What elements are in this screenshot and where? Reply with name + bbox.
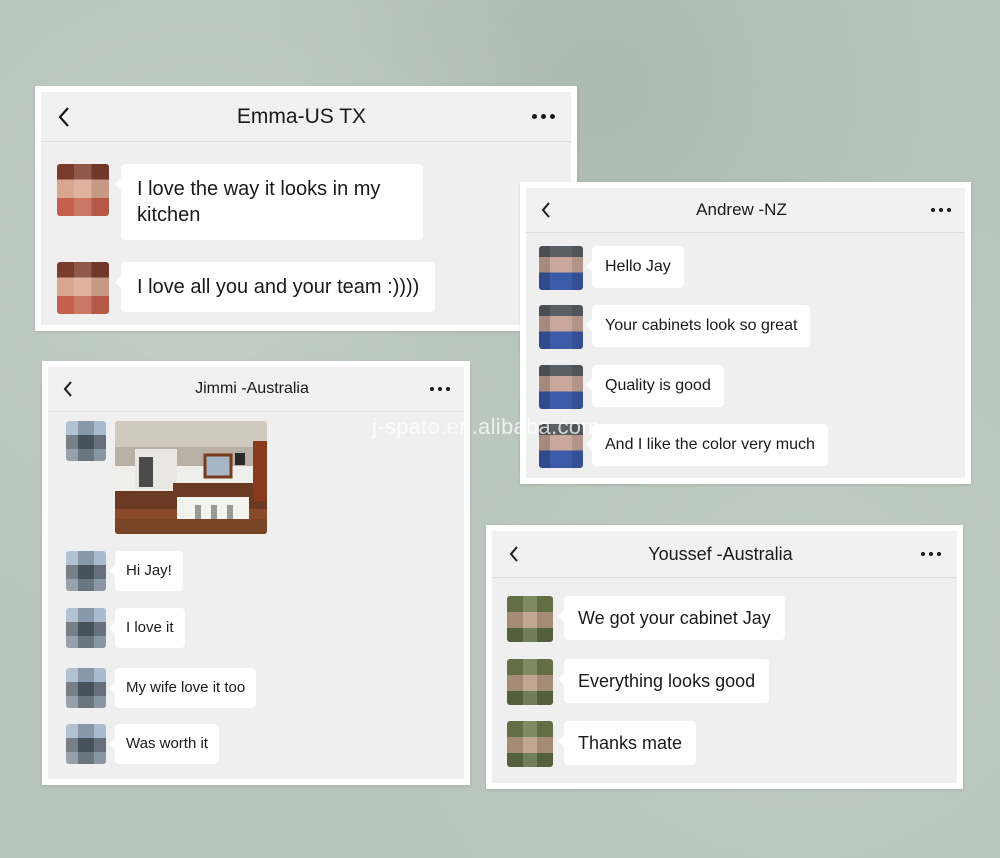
- message: Was worth it: [66, 724, 219, 764]
- message-bubble: Hi Jay!: [109, 551, 183, 591]
- dot-icon: [939, 208, 943, 212]
- avatar[interactable]: [507, 659, 553, 705]
- avatar[interactable]: [57, 164, 109, 216]
- chat-title: Youssef -Australia: [648, 543, 793, 564]
- message: Hi Jay!: [66, 551, 183, 591]
- chat-screen: Youssef -Australia We got your cabinet J…: [492, 531, 957, 783]
- dot-icon: [937, 552, 941, 556]
- more-button[interactable]: [921, 552, 941, 556]
- back-button[interactable]: [62, 380, 74, 398]
- message-bubble: I love all you and your team :)))): [114, 262, 436, 312]
- message-bubble: Your cabinets look so great: [585, 305, 811, 347]
- chevron-left-icon: [58, 106, 69, 127]
- chat-card-youssef: Youssef -Australia We got your cabinet J…: [486, 525, 963, 789]
- dot-icon: [541, 114, 546, 119]
- message: We got your cabinet Jay: [507, 596, 785, 642]
- dot-icon: [430, 387, 434, 391]
- chat-card-emma: Emma-US TX I love the way it looks in my…: [35, 86, 577, 331]
- more-button[interactable]: [430, 387, 450, 391]
- dot-icon: [929, 552, 933, 556]
- message-bubble: Hello Jay: [586, 246, 684, 288]
- kitchen-photo[interactable]: [115, 421, 267, 534]
- dot-icon: [921, 552, 925, 556]
- chat-header: Jimmi -Australia: [48, 367, 464, 412]
- message: I love the way it looks in my kitchen: [57, 164, 423, 240]
- message-bubble: My wife love it too: [108, 668, 257, 708]
- avatar[interactable]: [539, 305, 583, 349]
- chat-screen: Jimmi -Australia Hi Jay! I love it My wi…: [48, 367, 464, 779]
- chat-screen: Emma-US TX I love the way it looks in my…: [41, 92, 571, 325]
- message: And I like the color very much: [539, 424, 828, 468]
- message: Hello Jay: [539, 246, 684, 290]
- message-bubble: Thanks mate: [557, 721, 697, 765]
- message: I love it: [66, 608, 185, 648]
- dot-icon: [931, 208, 935, 212]
- message: Your cabinets look so great: [539, 305, 811, 349]
- message-bubble: And I like the color very much: [586, 424, 828, 466]
- chevron-left-icon: [63, 381, 72, 397]
- message-bubble: Everything looks good: [557, 659, 770, 703]
- more-button[interactable]: [931, 208, 951, 212]
- avatar[interactable]: [66, 724, 106, 764]
- back-button[interactable]: [57, 106, 71, 128]
- chat-card-andrew: Andrew -NZ Hello Jay Your cabinets look …: [520, 182, 971, 484]
- chat-header: Youssef -Australia: [492, 531, 957, 578]
- chat-title: Jimmi -Australia: [195, 380, 309, 397]
- message: I love all you and your team :)))): [57, 262, 436, 314]
- back-button[interactable]: [508, 545, 520, 563]
- avatar[interactable]: [539, 246, 583, 290]
- avatar[interactable]: [66, 668, 106, 708]
- message-bubble: I love it: [109, 608, 185, 648]
- chat-title: Emma-US TX: [236, 104, 367, 128]
- chat-screen: Andrew -NZ Hello Jay Your cabinets look …: [526, 188, 965, 478]
- kitchen-image-icon: [115, 421, 267, 534]
- dot-icon: [947, 208, 951, 212]
- message: My wife love it too: [66, 668, 257, 708]
- message: Thanks mate: [507, 721, 697, 767]
- chat-card-jimmi: Jimmi -Australia Hi Jay! I love it My wi…: [42, 361, 470, 785]
- avatar[interactable]: [507, 596, 553, 642]
- message-bubble: I love the way it looks in my kitchen: [115, 164, 423, 240]
- avatar[interactable]: [66, 551, 106, 591]
- dot-icon: [438, 387, 442, 391]
- avatar[interactable]: [539, 365, 583, 409]
- message-bubble: Quality is good: [586, 365, 724, 407]
- avatar[interactable]: [539, 424, 583, 468]
- message-bubble: We got your cabinet Jay: [558, 596, 785, 640]
- chat-header: Andrew -NZ: [526, 188, 965, 233]
- dot-icon: [532, 114, 537, 119]
- avatar[interactable]: [507, 721, 553, 767]
- more-button[interactable]: [532, 114, 555, 119]
- dot-icon: [446, 387, 450, 391]
- message: Quality is good: [539, 365, 724, 409]
- message: Everything looks good: [507, 659, 770, 705]
- chevron-left-icon: [509, 546, 518, 562]
- message-bubble: Was worth it: [109, 724, 219, 764]
- avatar[interactable]: [66, 608, 106, 648]
- chat-title: Andrew -NZ: [696, 200, 787, 219]
- avatar[interactable]: [57, 262, 109, 314]
- avatar[interactable]: [66, 421, 106, 461]
- message: [66, 421, 267, 534]
- dot-icon: [550, 114, 555, 119]
- chat-header: Emma-US TX: [41, 92, 571, 142]
- chevron-left-icon: [541, 202, 550, 218]
- back-button[interactable]: [540, 201, 552, 219]
